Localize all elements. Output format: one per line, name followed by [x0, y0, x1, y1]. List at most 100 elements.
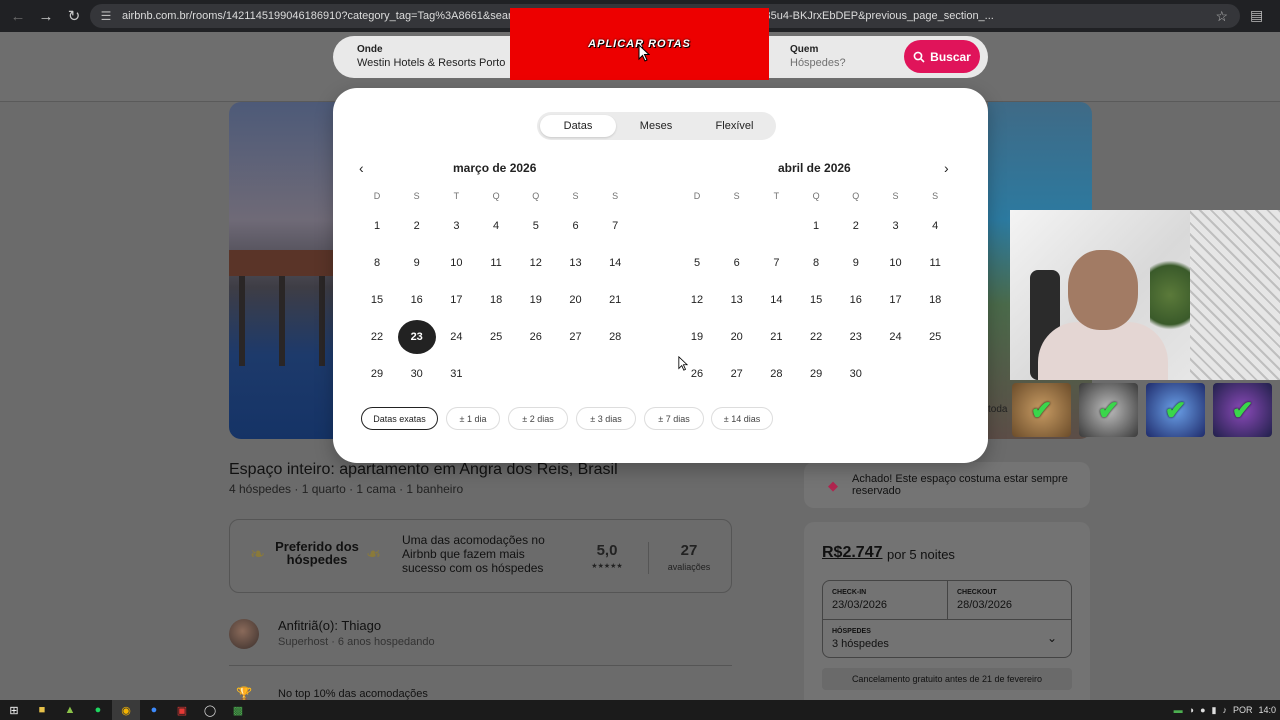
calendar-day[interactable]: 22 — [357, 320, 397, 354]
calendar-day[interactable]: 30 — [836, 357, 876, 391]
calendar-day[interactable]: 7 — [756, 246, 796, 280]
calendar-day[interactable]: 28 — [595, 320, 635, 354]
app-blue-icon[interactable]: ● — [140, 700, 168, 720]
calendar-day[interactable]: 9 — [397, 246, 437, 280]
calendar-day[interactable]: 18 — [476, 283, 516, 317]
search-button[interactable]: Buscar — [904, 40, 980, 73]
reviews-label[interactable]: avaliações — [662, 562, 716, 572]
calendar-day[interactable]: 29 — [357, 357, 397, 391]
file-explorer-icon[interactable]: ■ — [28, 700, 56, 720]
windows-start-icon[interactable]: ⊞ — [0, 700, 28, 720]
calendar-day[interactable]: 26 — [516, 320, 556, 354]
calendar-day[interactable]: 17 — [876, 283, 916, 317]
calendar-day[interactable]: 22 — [796, 320, 836, 354]
calendar-day[interactable]: 3 — [876, 209, 916, 243]
chip-flex-range[interactable]: ± 1 dia — [446, 407, 500, 430]
calendar-day[interactable]: 8 — [796, 246, 836, 280]
calendar-day[interactable]: 6 — [556, 209, 596, 243]
chrome-icon[interactable]: ◉ — [112, 700, 140, 720]
calendar-day[interactable]: 2 — [836, 209, 876, 243]
tray-volume-icon[interactable]: ♪ — [1222, 705, 1227, 715]
next-month-icon[interactable]: › — [944, 160, 949, 176]
chip-flex-range[interactable]: ± 3 dias — [576, 407, 636, 430]
calendar-day[interactable]: 1 — [357, 209, 397, 243]
show-all-photos-label[interactable]: toda — [988, 404, 1007, 415]
back-icon[interactable]: ← — [4, 2, 32, 30]
reload-icon[interactable]: ↻ — [60, 2, 88, 30]
calendar-day[interactable]: 7 — [595, 209, 635, 243]
calendar-day[interactable]: 21 — [595, 283, 635, 317]
guests-value[interactable]: 3 hóspedes — [832, 638, 889, 650]
calendar-day[interactable]: 19 — [516, 283, 556, 317]
calendar-day[interactable]: 3 — [436, 209, 476, 243]
calendar-day[interactable]: 15 — [357, 283, 397, 317]
calendar-day[interactable]: 24 — [876, 320, 916, 354]
calendar-day-selected[interactable]: 23 — [397, 320, 436, 354]
tab-datas[interactable]: Datas — [540, 115, 616, 137]
prev-month-icon[interactable]: ‹ — [359, 160, 364, 176]
calendar-day[interactable]: 16 — [397, 283, 437, 317]
bookmark-star-icon[interactable]: ☆ — [1215, 8, 1228, 25]
tray-mic-icon[interactable]: ● — [1200, 705, 1205, 715]
chevron-down-icon[interactable]: ⌄ — [1047, 631, 1057, 645]
calendar-day[interactable]: 16 — [836, 283, 876, 317]
calendar-day[interactable]: 4 — [476, 209, 516, 243]
calendar-day[interactable]: 14 — [756, 283, 796, 317]
calendar-day[interactable]: 27 — [717, 357, 757, 391]
calendar-day[interactable]: 14 — [595, 246, 635, 280]
calendar-day[interactable]: 28 — [756, 357, 796, 391]
calendar-day[interactable]: 25 — [915, 320, 955, 354]
site-settings-icon[interactable]: ☰ — [98, 8, 114, 24]
calendar-day[interactable]: 31 — [436, 357, 476, 391]
calendar-day[interactable]: 10 — [436, 246, 476, 280]
app-red-icon[interactable]: ▣ — [168, 700, 196, 720]
calendar-day[interactable]: 29 — [796, 357, 836, 391]
calendar-day[interactable]: 21 — [756, 320, 796, 354]
tray-clock[interactable]: 14:0 — [1258, 705, 1276, 715]
calendar-day[interactable]: 5 — [516, 209, 556, 243]
chip-flex-range[interactable]: ± 2 dias — [508, 407, 568, 430]
spotify-icon[interactable]: ● — [84, 700, 112, 720]
calendar-day[interactable]: 13 — [556, 246, 596, 280]
calendar-day[interactable]: 18 — [915, 283, 955, 317]
calendar-day[interactable]: 12 — [516, 246, 556, 280]
calendar-day[interactable]: 12 — [677, 283, 717, 317]
listing-photo-main[interactable] — [229, 102, 335, 439]
calendar-day[interactable]: 6 — [717, 246, 757, 280]
where-value[interactable]: Westin Hotels & Resorts Porto — [357, 57, 505, 69]
price[interactable]: R$2.747 — [822, 544, 883, 562]
android-icon[interactable]: ▲ — [56, 700, 84, 720]
checkin-value[interactable]: 23/03/2026 — [832, 599, 887, 611]
forward-icon[interactable]: → — [32, 2, 60, 30]
calendar-day[interactable]: 2 — [397, 209, 437, 243]
tab-meses[interactable]: Meses — [618, 115, 694, 137]
obs-icon[interactable]: ◯ — [196, 700, 224, 720]
tray-language[interactable]: POR — [1233, 705, 1253, 715]
checkout-value[interactable]: 28/03/2026 — [957, 599, 1012, 611]
calendar-day[interactable]: 15 — [796, 283, 836, 317]
calendar-day[interactable]: 24 — [436, 320, 476, 354]
who-placeholder[interactable]: Hóspedes? — [790, 57, 846, 69]
calendar-day[interactable]: 1 — [796, 209, 836, 243]
calendar-day[interactable]: 11 — [476, 246, 516, 280]
calendar-day[interactable]: 11 — [915, 246, 955, 280]
terminal-icon[interactable]: ▩ — [224, 700, 252, 720]
chip-flex-range[interactable]: ± 14 dias — [711, 407, 773, 430]
calendar-day[interactable]: 17 — [436, 283, 476, 317]
reviews-count[interactable]: 27 — [662, 542, 716, 559]
tray-battery-icon[interactable]: ▮ — [1212, 705, 1217, 716]
calendar-day[interactable]: 25 — [476, 320, 516, 354]
chip-flex-range[interactable]: ± 7 dias — [644, 407, 704, 430]
tray-app-icon[interactable]: ▬ — [1174, 705, 1183, 715]
calendar-day[interactable]: 10 — [876, 246, 916, 280]
tab-flexivel[interactable]: Flexível — [696, 115, 773, 137]
calendar-day[interactable]: 27 — [556, 320, 596, 354]
calendar-day[interactable]: 23 — [836, 320, 876, 354]
calendar-day[interactable]: 5 — [677, 246, 717, 280]
tab-search-icon[interactable]: ▤ — [1250, 7, 1263, 24]
calendar-day[interactable]: 9 — [836, 246, 876, 280]
calendar-day[interactable]: 30 — [397, 357, 437, 391]
chip-exact-dates[interactable]: Datas exatas — [361, 407, 438, 430]
booking-dates[interactable]: CHECK-IN 23/03/2026 CHECKOUT 28/03/2026 … — [822, 580, 1072, 658]
calendar-day[interactable]: 8 — [357, 246, 397, 280]
